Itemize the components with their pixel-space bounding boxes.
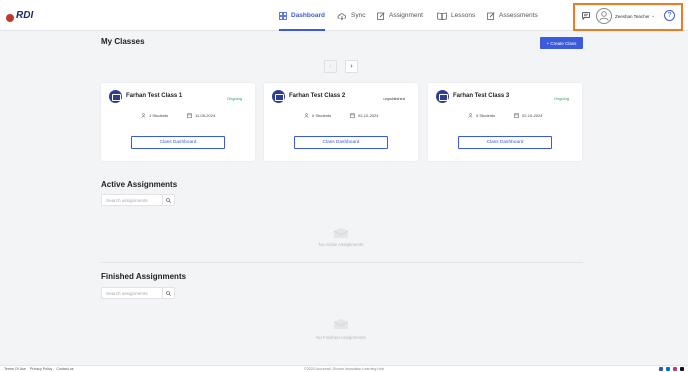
- nav-assignment[interactable]: Assignment: [377, 0, 423, 31]
- class-card-title: Farhan Test Class 3: [453, 93, 510, 99]
- book-icon: [437, 12, 447, 20]
- nav-assessments-label: Assessments: [499, 12, 538, 19]
- finished-assignments-title: Finished Assignments: [101, 272, 187, 281]
- class-card-title: Farhan Test Class 1: [126, 93, 183, 99]
- contact-link[interactable]: Contact us: [56, 367, 73, 371]
- empty-state-text: No Finished Assignments: [316, 335, 366, 340]
- student-count-label: 1 Students: [149, 113, 169, 118]
- logo-mark-icon: [6, 14, 14, 22]
- nav-sync[interactable]: Sync: [337, 0, 365, 31]
- linkedin-icon[interactable]: [666, 367, 670, 371]
- class-icon: [109, 90, 122, 103]
- class-dashboard-button[interactable]: Class Dashboard: [458, 136, 552, 149]
- status-badge: Ongoing: [553, 96, 569, 101]
- avatar[interactable]: [596, 8, 612, 24]
- help-icon[interactable]: ?: [664, 10, 675, 21]
- footer: ©2025 Accuread. Dictum Innovation Learni…: [0, 365, 688, 372]
- search-input[interactable]: [102, 195, 162, 205]
- class-date: 02-10-2024: [514, 113, 542, 118]
- facebook-icon[interactable]: [659, 367, 663, 371]
- empty-state-text: No Active Assignments: [318, 242, 364, 247]
- nav-dashboard[interactable]: Dashboard: [279, 0, 325, 31]
- section-divider: [101, 262, 583, 263]
- cloud-sync-icon: [337, 12, 347, 20]
- nav-lessons-label: Lessons: [451, 12, 476, 19]
- top-header: RDI Dashboard Sync Assignment Lessons As…: [0, 0, 688, 31]
- class-card-title: Farhan Test Class 2: [289, 93, 346, 99]
- privacy-link[interactable]: Privacy Policy: [30, 367, 52, 371]
- search-icon: [166, 290, 171, 296]
- class-date-label: 02-10-2024: [358, 113, 379, 118]
- empty-inbox-icon: [333, 227, 349, 238]
- class-card: Farhan Test Class 3 Ongoing 0 Students 0…: [428, 83, 582, 161]
- my-classes-title: My Classes: [101, 37, 145, 46]
- students-icon: [141, 113, 146, 118]
- class-date: 11-09-2024: [187, 113, 215, 118]
- calendar-icon: [514, 113, 519, 118]
- nav-sync-label: Sync: [351, 12, 366, 19]
- active-assignments-search: [101, 194, 175, 206]
- user-icon: [599, 11, 609, 21]
- grid-icon: [279, 11, 287, 20]
- students-icon: [304, 113, 309, 118]
- nav-lessons[interactable]: Lessons: [437, 0, 475, 31]
- copyright-text: ©2025 Accuread. Dictum Innovation Learni…: [304, 367, 384, 371]
- user-name[interactable]: Zeeshan Teacher: [615, 14, 650, 19]
- app-logo[interactable]: RDI: [4, 8, 34, 24]
- calendar-icon: [350, 113, 355, 118]
- search-button[interactable]: [162, 288, 174, 298]
- chevron-down-icon[interactable]: ⌄: [651, 13, 655, 19]
- next-page-button[interactable]: ›: [345, 60, 358, 73]
- class-dashboard-button[interactable]: Class Dashboard: [294, 136, 388, 149]
- instagram-icon[interactable]: [673, 367, 677, 371]
- class-icon: [436, 90, 449, 103]
- nav-assessments[interactable]: Assessments: [487, 0, 538, 31]
- student-count: 1 Students: [141, 113, 168, 118]
- x-icon[interactable]: [680, 367, 684, 371]
- student-count: 0 Students: [468, 113, 495, 118]
- create-class-button[interactable]: + Create Class: [540, 37, 583, 49]
- chat-icon[interactable]: [582, 12, 590, 20]
- class-date-label: 11-09-2024: [195, 113, 216, 118]
- terms-link[interactable]: Terms Of Use: [4, 367, 26, 371]
- active-assignments-title: Active Assignments: [101, 180, 178, 189]
- nav-assignment-label: Assignment: [389, 12, 423, 19]
- edit-icon: [377, 11, 385, 20]
- social-links: [659, 367, 684, 371]
- student-count: 0 Students: [304, 113, 331, 118]
- class-dashboard-button[interactable]: Class Dashboard: [131, 136, 225, 149]
- class-card: Farhan Test Class 1 Ongoing 1 Students 1…: [101, 83, 255, 161]
- students-icon: [468, 113, 473, 118]
- status-badge: Ongoing: [226, 96, 242, 101]
- edit-icon: [487, 11, 495, 20]
- status-badge: unpublished: [383, 96, 405, 101]
- footer-links: Terms Of Use Privacy Policy Contact us: [4, 367, 74, 371]
- class-icon: [272, 90, 285, 103]
- empty-inbox-icon: [333, 318, 349, 329]
- class-date: 02-10-2024: [350, 113, 378, 118]
- search-button[interactable]: [162, 195, 174, 205]
- student-count-label: 0 Students: [476, 113, 496, 118]
- finished-assignments-search: [101, 287, 175, 299]
- logo-text: RDI: [16, 10, 34, 21]
- calendar-icon: [187, 113, 192, 118]
- search-icon: [166, 197, 171, 203]
- prev-page-button[interactable]: ‹: [324, 60, 337, 73]
- nav-dashboard-label: Dashboard: [291, 12, 325, 19]
- student-count-label: 0 Students: [312, 113, 332, 118]
- class-card: Farhan Test Class 2 unpublished 0 Studen…: [264, 83, 418, 161]
- user-menu-area: Zeeshan Teacher ⌄ ?: [573, 3, 683, 31]
- search-input[interactable]: [102, 288, 162, 298]
- class-date-label: 02-10-2024: [522, 113, 543, 118]
